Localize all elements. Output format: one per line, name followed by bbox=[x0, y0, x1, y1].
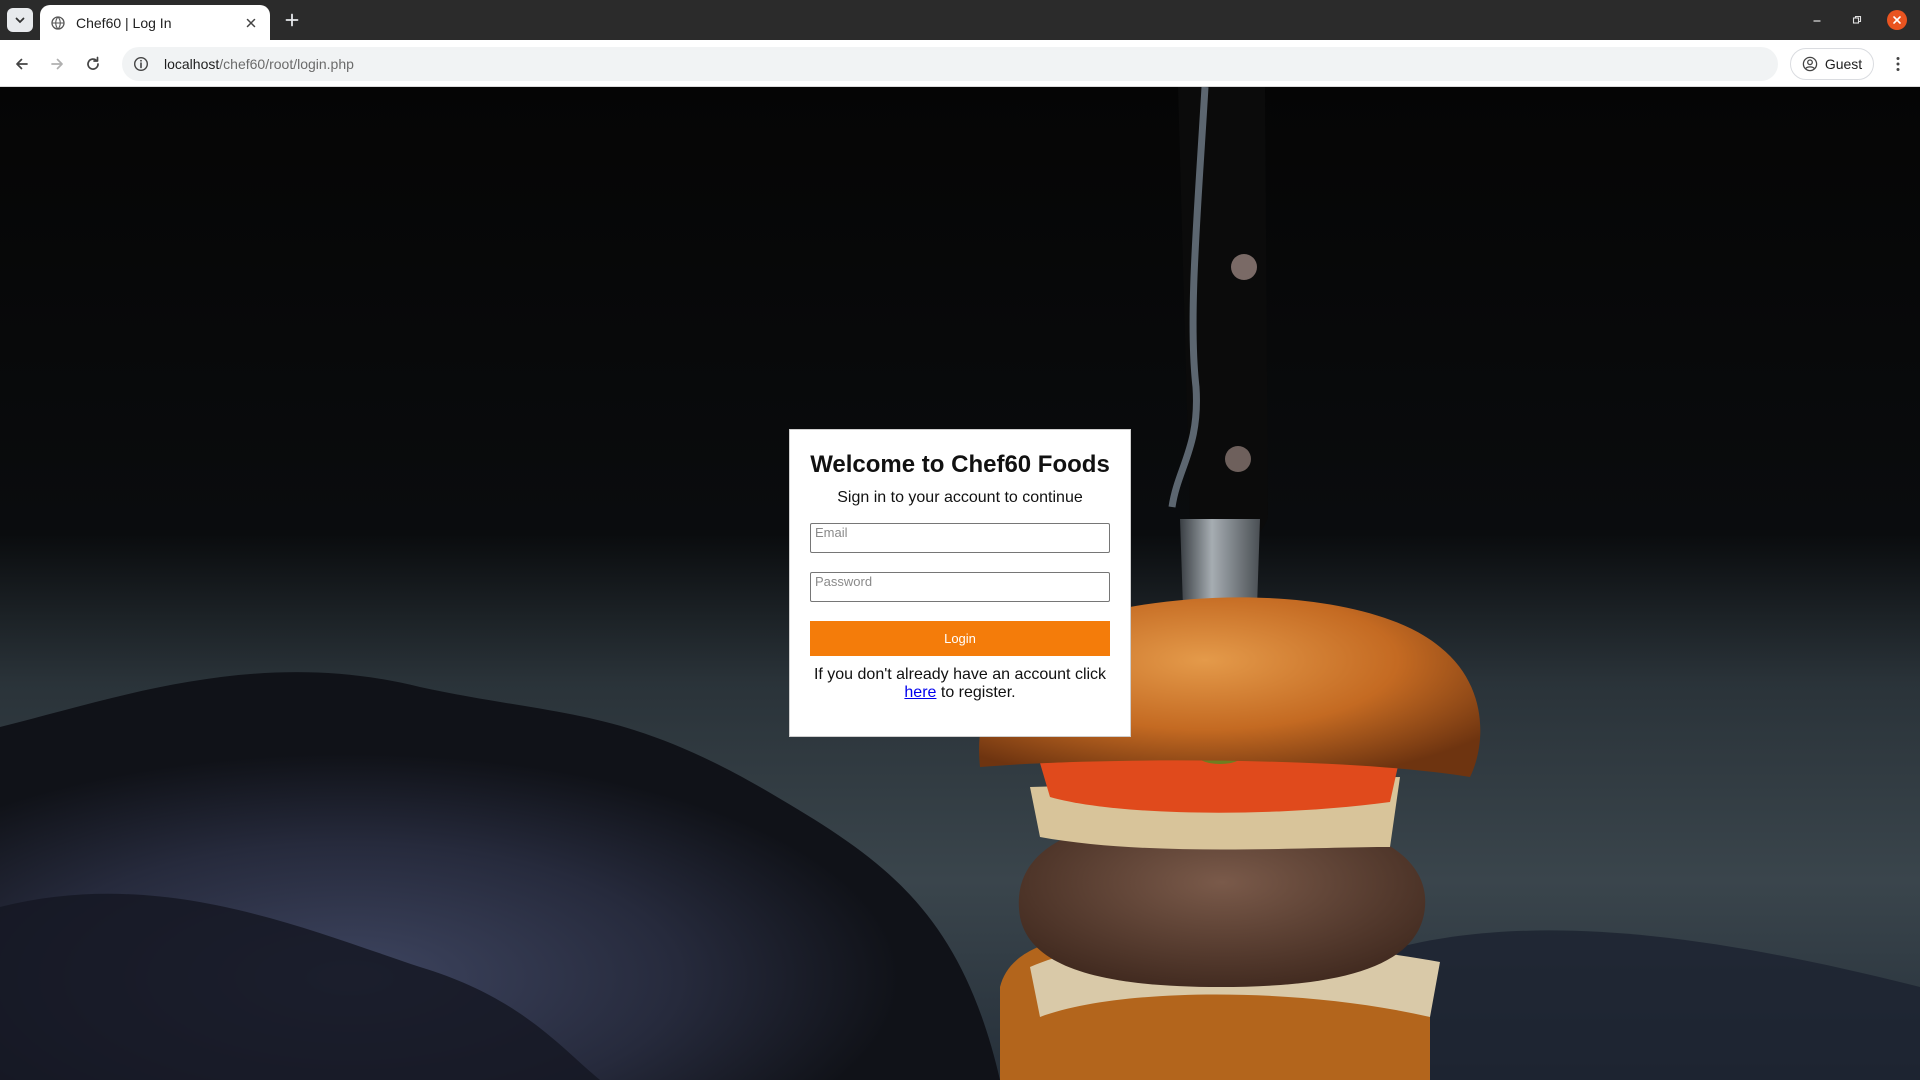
tab-list-button[interactable] bbox=[7, 8, 33, 32]
login-card: Welcome to Chef60 Foods Sign in to your … bbox=[789, 429, 1131, 737]
arrow-right-icon bbox=[51, 58, 63, 70]
forward-button[interactable] bbox=[44, 51, 70, 77]
person-icon bbox=[1802, 56, 1818, 72]
close-icon bbox=[1893, 16, 1901, 24]
browser-menu-button[interactable] bbox=[1886, 52, 1910, 76]
browser-toolbar: localhost/chef60/root/login.php Guest bbox=[0, 40, 1920, 87]
restore-button[interactable] bbox=[1847, 10, 1867, 30]
minimize-icon bbox=[1813, 20, 1821, 22]
register-link[interactable]: here bbox=[904, 684, 936, 701]
tab-title: Chef60 | Log In bbox=[76, 14, 172, 31]
plus-icon bbox=[285, 13, 299, 27]
browser-titlebar: Chef60 | Log In bbox=[0, 0, 1920, 40]
address-bar[interactable]: localhost/chef60/root/login.php bbox=[122, 47, 1778, 81]
restore-icon bbox=[1852, 15, 1862, 24]
register-prefix: If you don't already have an account cli… bbox=[813, 666, 1107, 683]
login-button[interactable]: Login bbox=[810, 621, 1110, 656]
arrow-left-icon bbox=[16, 58, 28, 70]
globe-icon bbox=[50, 15, 66, 31]
register-note: If you don't already have an account cli… bbox=[810, 666, 1110, 702]
new-tab-button[interactable] bbox=[280, 8, 304, 32]
login-subheading: Sign in to your account to continue bbox=[837, 489, 1083, 506]
minimize-button[interactable] bbox=[1807, 10, 1827, 30]
page-viewport: Welcome to Chef60 Foods Sign in to your … bbox=[0, 87, 1920, 1080]
register-suffix: to register. bbox=[940, 684, 1016, 701]
password-field[interactable] bbox=[810, 572, 1110, 602]
browser-tab[interactable]: Chef60 | Log In bbox=[40, 5, 270, 40]
window-close-button[interactable] bbox=[1887, 10, 1907, 30]
address-url: localhost/chef60/root/login.php bbox=[164, 56, 354, 72]
close-icon[interactable] bbox=[242, 14, 260, 32]
url-host: localhost bbox=[164, 56, 220, 72]
email-field[interactable] bbox=[810, 523, 1110, 553]
login-heading: Welcome to Chef60 Foods bbox=[810, 451, 1110, 478]
url-path: /chef60/root/login.php bbox=[219, 56, 354, 72]
reload-button[interactable] bbox=[80, 51, 106, 77]
back-button[interactable] bbox=[9, 51, 35, 77]
profile-label: Guest bbox=[1824, 56, 1863, 72]
reload-icon bbox=[87, 56, 99, 70]
info-icon[interactable] bbox=[130, 53, 152, 75]
kebab-menu-icon bbox=[1896, 57, 1900, 71]
profile-button[interactable]: Guest bbox=[1790, 48, 1874, 80]
chevron-down-icon bbox=[15, 17, 25, 24]
